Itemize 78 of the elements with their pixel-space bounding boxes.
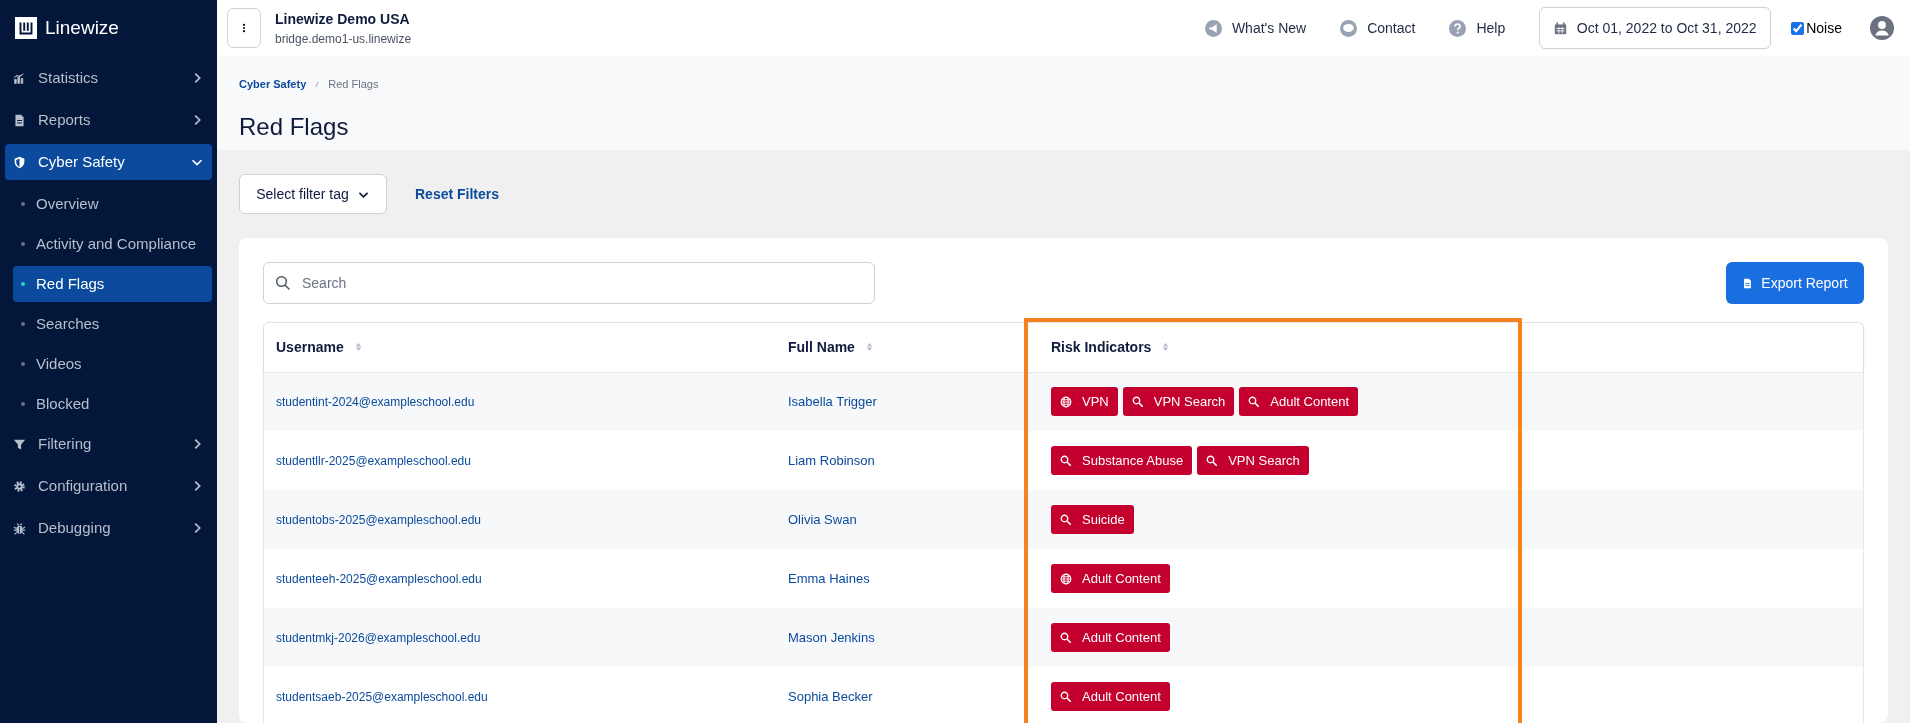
- sidebar-item[interactable]: Debugging: [5, 510, 212, 546]
- bug-icon: [13, 521, 26, 535]
- risk-tag: Suicide: [1051, 505, 1134, 534]
- sidebar-subitem[interactable]: Blocked: [13, 386, 212, 422]
- search-icon: [1060, 631, 1072, 644]
- full-name-link[interactable]: Liam Robinson: [788, 452, 875, 468]
- sidebar-item[interactable]: Configuration: [5, 468, 212, 504]
- column-header[interactable]: Risk Indicators: [1051, 336, 1171, 358]
- risk-tag: Adult Content: [1051, 623, 1170, 652]
- page-title: Red Flags: [239, 111, 350, 142]
- search-icon: [1248, 395, 1261, 408]
- bar-chart-icon: [13, 71, 26, 85]
- funnel-icon: [13, 437, 26, 451]
- date-range-picker[interactable]: Oct 01, 2022 to Oct 31, 2022: [1539, 7, 1772, 49]
- sidebar-subitem[interactable]: Searches: [13, 306, 212, 342]
- username-link[interactable]: studentint-2024@exampleschool.edu: [276, 394, 475, 409]
- risk-tag: Adult Content: [1239, 387, 1359, 417]
- sidebar-item[interactable]: Cyber Safety: [5, 144, 212, 180]
- globe-icon: [1060, 395, 1072, 408]
- full-name-link[interactable]: Isabella Trigger: [788, 394, 877, 409]
- risk-tag: VPN Search: [1197, 446, 1309, 475]
- header-link[interactable]: What's New: [1204, 17, 1307, 39]
- username-link[interactable]: studentobs-2025@exampleschool.edu: [276, 512, 481, 527]
- sort-icon: [353, 341, 363, 354]
- full-name-link[interactable]: Olivia Swan: [788, 511, 857, 527]
- calendar-icon: [1553, 21, 1567, 35]
- full-name-link[interactable]: Sophia Becker: [788, 688, 873, 704]
- reset-filters-link[interactable]: Reset Filters: [415, 183, 500, 205]
- search-icon: [1060, 454, 1072, 467]
- export-report-button[interactable]: Export Report: [1726, 262, 1864, 304]
- risk-tag: Adult Content: [1051, 564, 1170, 593]
- full-name-link[interactable]: Emma Haines: [788, 570, 870, 586]
- search-icon: [275, 275, 291, 291]
- shield-icon: [13, 155, 26, 169]
- search-icon: [1206, 454, 1219, 467]
- noise-label: Noise: [1806, 18, 1842, 38]
- sort-icon: [864, 341, 874, 354]
- filter-tag-dropdown[interactable]: Select filter tag: [239, 174, 387, 214]
- risk-tag: VPN Search: [1122, 387, 1235, 417]
- sidebar-subitem[interactable]: Overview: [13, 186, 212, 222]
- search-icon: [1060, 513, 1072, 526]
- brand-name: Linewize: [45, 15, 119, 40]
- username-link[interactable]: studentmkj-2026@exampleschool.edu: [276, 630, 481, 645]
- search-icon: [1131, 395, 1144, 408]
- noise-checkbox[interactable]: [1791, 21, 1805, 35]
- sidebar-subitem[interactable]: Videos: [13, 346, 212, 382]
- globe-icon: [1060, 572, 1072, 585]
- org-host: bridge.demo1-us.linewize: [275, 30, 412, 48]
- logo-icon: [15, 17, 37, 39]
- username-link[interactable]: studentllr-2025@exampleschool.edu: [276, 453, 471, 468]
- sort-icon: [1161, 341, 1171, 354]
- user-avatar-icon: [1870, 16, 1894, 40]
- help-icon: [1449, 19, 1467, 37]
- sidebar-item[interactable]: Statistics: [5, 60, 212, 96]
- sidebar-item[interactable]: Reports: [5, 102, 212, 138]
- breadcrumb-link[interactable]: Cyber Safety: [239, 76, 307, 93]
- document-icon: [13, 113, 26, 127]
- column-header[interactable]: Username: [276, 336, 363, 358]
- column-header[interactable]: Full Name: [788, 336, 874, 358]
- org-name: Linewize Demo USA: [275, 9, 411, 29]
- header-link[interactable]: Help: [1449, 17, 1506, 39]
- sidebar-subitem[interactable]: Activity and Compliance: [13, 226, 212, 262]
- risk-tag: Adult Content: [1051, 682, 1170, 711]
- header-link[interactable]: Contact: [1340, 17, 1416, 39]
- username-link[interactable]: studenteeh-2025@exampleschool.edu: [276, 571, 482, 586]
- full-name-link[interactable]: Mason Jenkins: [788, 629, 875, 645]
- gear-icon: [13, 479, 26, 493]
- risk-tag: Substance Abuse: [1051, 446, 1193, 475]
- risk-tag: VPN: [1051, 387, 1118, 417]
- search-field[interactable]: Search: [263, 262, 875, 304]
- sidebar-subitem[interactable]: Red Flags: [13, 266, 212, 302]
- sidebar-item[interactable]: Filtering: [5, 426, 212, 462]
- breadcrumb-current: Red Flags: [328, 77, 379, 92]
- document-icon: [1742, 277, 1754, 289]
- search-icon: [1060, 690, 1072, 703]
- speech-bubble-icon: [1340, 19, 1358, 37]
- username-link[interactable]: studentsaeb-2025@exampleschool.edu: [276, 689, 488, 704]
- megaphone-icon: [1204, 19, 1222, 37]
